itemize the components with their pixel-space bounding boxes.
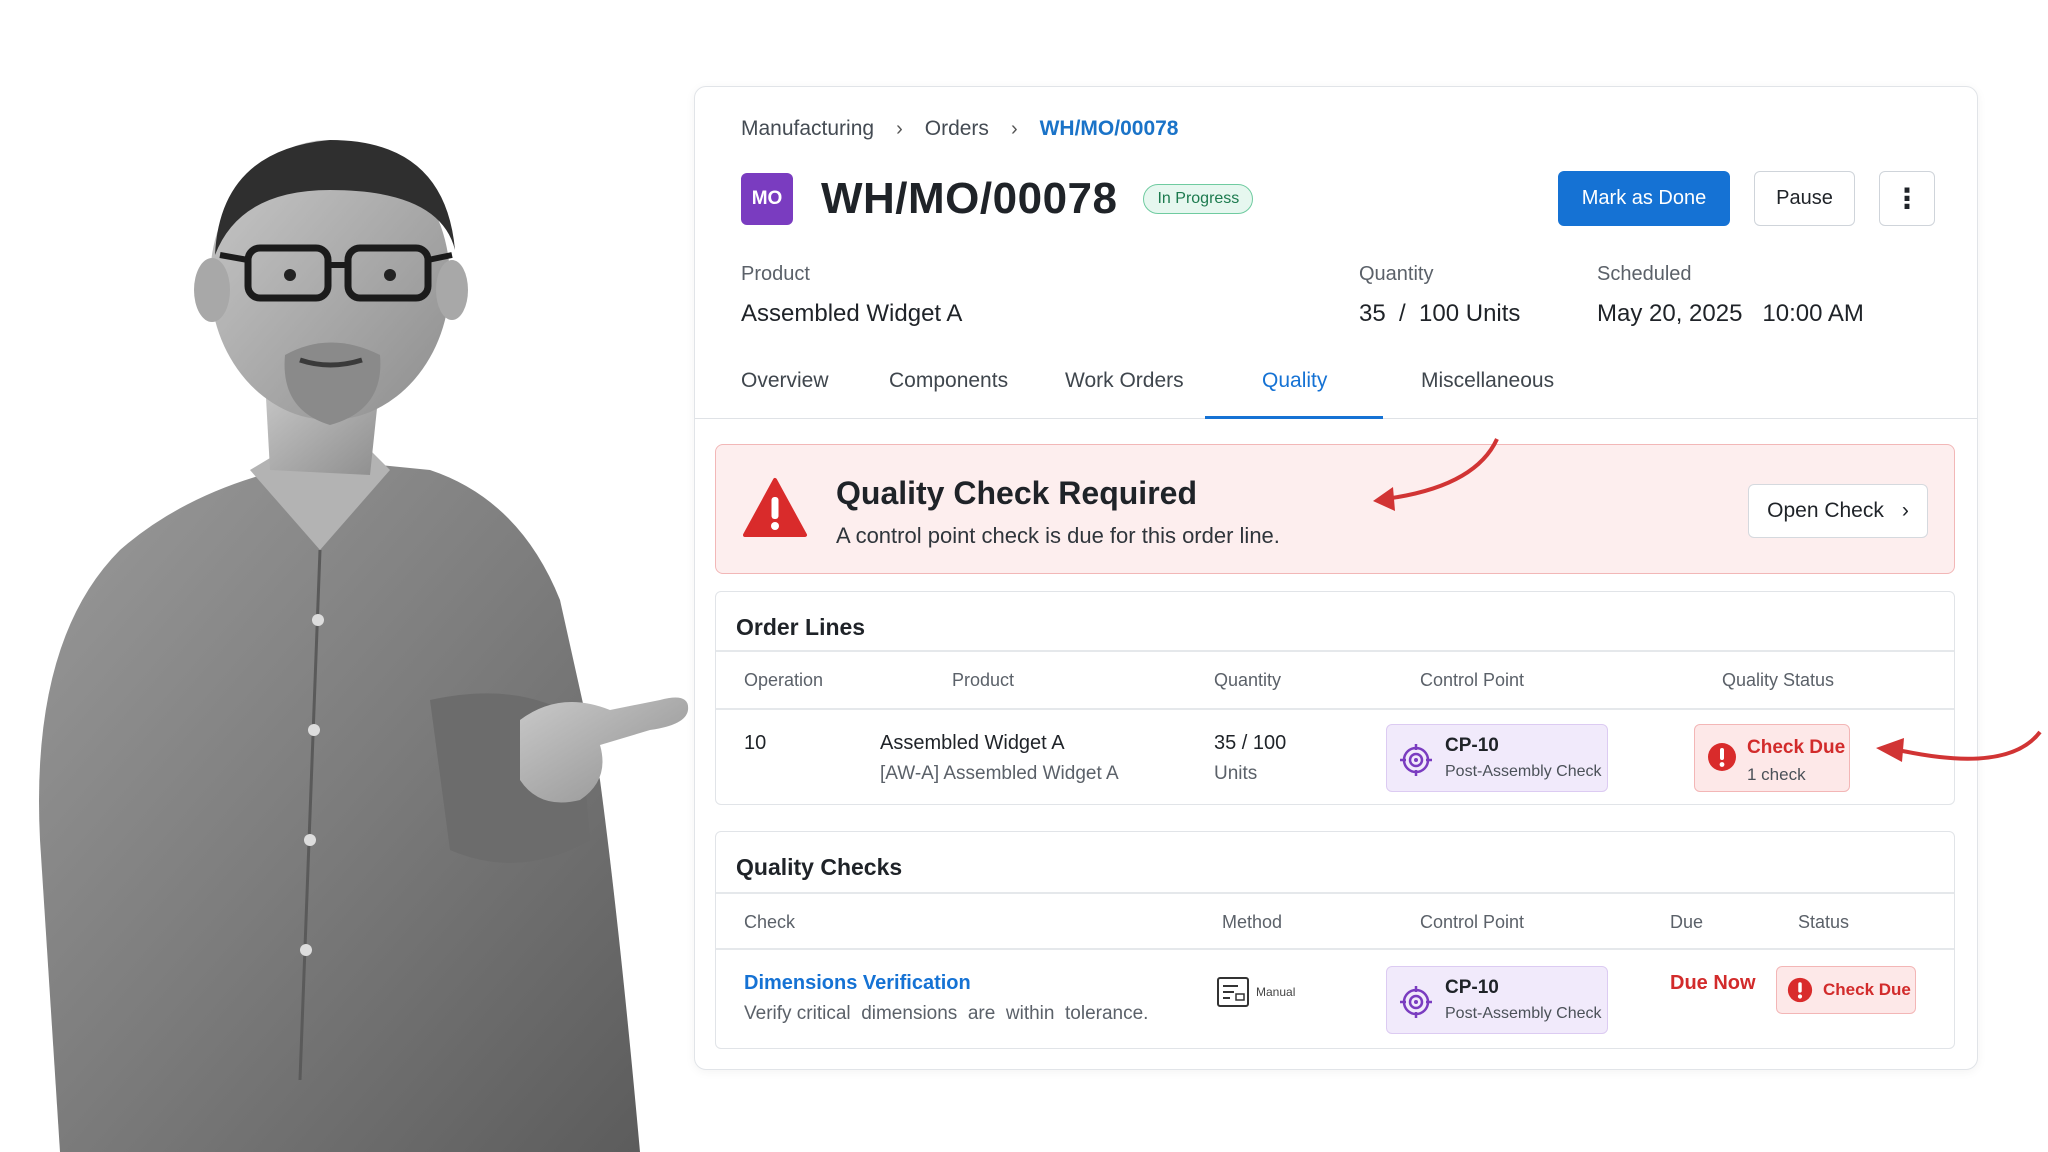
due-cell: Due Now <box>1670 972 1756 994</box>
target-icon <box>1400 744 1432 776</box>
more-options-icon[interactable]: ⋮ <box>1879 171 1935 226</box>
warning-icon <box>743 478 807 537</box>
check-name-link[interactable]: Dimensions Verification <box>744 972 1148 995</box>
meta-product: Product Assembled Widget A <box>741 263 962 328</box>
alert-title: Quality Check Required <box>836 475 1197 511</box>
page-title: WH/MO/00078 <box>821 174 1118 223</box>
alert-text: A control point check is due for this or… <box>836 523 1280 548</box>
divider <box>716 948 1954 950</box>
divider <box>716 650 1954 652</box>
tab-overview[interactable]: Overview <box>741 369 829 393</box>
method-label: Manual <box>1256 985 1296 999</box>
quantity-label: Quantity <box>1359 263 1434 285</box>
active-tab-indicator <box>1205 416 1383 419</box>
breadcrumb-manufacturing[interactable]: Manufacturing <box>741 117 874 141</box>
order-lines-section: Order Lines Operation Product Quantity C… <box>715 591 1955 805</box>
breadcrumb: Manufacturing › Orders › WH/MO/00078 <box>741 117 1179 141</box>
product-cell: Assembled Widget A [AW-A] Assembled Widg… <box>880 732 1119 785</box>
quality-alert: Quality Check Required A control point c… <box>715 444 1955 574</box>
status-label: Check Due <box>1747 737 1846 758</box>
quality-checks-section: Quality Checks Check Method Control Poin… <box>715 831 1955 1049</box>
product-label: Product <box>741 263 810 285</box>
quantity-amount: 35 / 100 <box>1214 732 1287 754</box>
alert-circle-icon <box>1708 743 1736 771</box>
target-icon <box>1400 986 1432 1018</box>
quantity-value: 35 / 100 Units <box>1359 300 1521 327</box>
column-header: Check <box>744 912 796 932</box>
check-status-chip[interactable]: Check Due <box>1776 966 1916 1014</box>
breadcrumb-orders[interactable]: Orders <box>925 117 989 141</box>
check-cell: Dimensions Verification Verify critical … <box>744 972 1148 1025</box>
tab-work-orders[interactable]: Work Orders <box>1065 369 1184 393</box>
chevron-right-icon: › <box>896 117 903 140</box>
open-check-label: Open Check <box>1767 499 1884 522</box>
annotation-arrow-icon <box>1373 438 1499 511</box>
annotation-arrow-icon <box>1876 730 2042 762</box>
control-point-name: Post-Assembly Check <box>1445 763 1602 780</box>
mo-badge: MO <box>741 173 793 225</box>
control-point-name: Post-Assembly Check <box>1445 1005 1602 1022</box>
scheduled-label: Scheduled <box>1597 263 1692 285</box>
scheduled-value: May 20, 2025 10:00 AM <box>1597 300 1864 327</box>
column-header: Quantity <box>1214 670 1282 690</box>
column-header: Control Point <box>1420 912 1525 932</box>
breadcrumb-current: WH/MO/00078 <box>1039 117 1179 140</box>
meta-quantity: Quantity 35 / 100 Units <box>1359 263 1520 328</box>
page-header: MO WH/MO/00078 In Progress <box>741 173 1254 225</box>
mark-as-done-button[interactable]: Mark as Done <box>1558 171 1730 226</box>
product-name: Assembled Widget A <box>880 732 1065 754</box>
divider <box>716 708 1954 710</box>
open-check-button[interactable]: Open Check › <box>1748 484 1928 538</box>
tab-bar: Overview Components Work Orders Quality … <box>695 369 1977 419</box>
pause-button[interactable]: Pause <box>1754 171 1855 226</box>
column-header: Control Point <box>1420 670 1525 690</box>
method-cell: Manual <box>1216 976 1295 1008</box>
column-header: Quality Status <box>1722 670 1835 690</box>
section-title: Quality Checks <box>736 854 903 880</box>
quantity-unit: Units <box>1214 763 1258 784</box>
check-description: Verify critical dimensions are within to… <box>744 1003 1149 1024</box>
quality-status-chip[interactable]: Check Due 1 check <box>1694 724 1850 792</box>
column-header: Product <box>952 670 1015 690</box>
control-point-code: CP-10 <box>1445 735 1499 756</box>
column-header: Method <box>1222 912 1283 932</box>
operation-cell: 10 <box>744 732 767 754</box>
tab-quality[interactable]: Quality <box>1262 369 1327 393</box>
tab-components[interactable]: Components <box>889 369 1008 393</box>
product-reference: [AW-A] Assembled Widget A <box>880 763 1119 784</box>
quantity-cell: 35 / 100 Units <box>1214 732 1286 785</box>
chevron-right-icon: › <box>1010 117 1018 140</box>
chevron-right-icon: › <box>1901 499 1909 522</box>
product-value: Assembled Widget A <box>741 300 963 327</box>
header-actions: Mark as Done Pause ⋮ <box>1558 171 1935 226</box>
column-header: Status <box>1798 912 1850 932</box>
control-point-chip[interactable]: CP-10 Post-Assembly Check <box>1386 966 1608 1034</box>
person-illustration <box>39 140 689 1152</box>
tab-miscellaneous[interactable]: Miscellaneous <box>1421 369 1554 393</box>
clipboard-icon <box>1217 977 1249 1007</box>
status-badge: In Progress <box>1143 184 1254 214</box>
section-title: Order Lines <box>736 614 866 640</box>
meta-scheduled: Scheduled May 20, 2025 10:00 AM <box>1597 263 1864 328</box>
status-count: 1 check <box>1747 765 1806 784</box>
control-point-chip[interactable]: CP-10 Post-Assembly Check <box>1386 724 1608 792</box>
control-point-code: CP-10 <box>1445 977 1499 998</box>
manufacturing-order-card: Manufacturing › Orders › WH/MO/00078 MO … <box>694 86 1978 1070</box>
column-header: Due <box>1670 912 1704 932</box>
status-label: Check Due <box>1823 980 1911 999</box>
column-header: Operation <box>744 670 824 690</box>
alert-circle-icon <box>1787 977 1813 1003</box>
divider <box>716 892 1954 894</box>
